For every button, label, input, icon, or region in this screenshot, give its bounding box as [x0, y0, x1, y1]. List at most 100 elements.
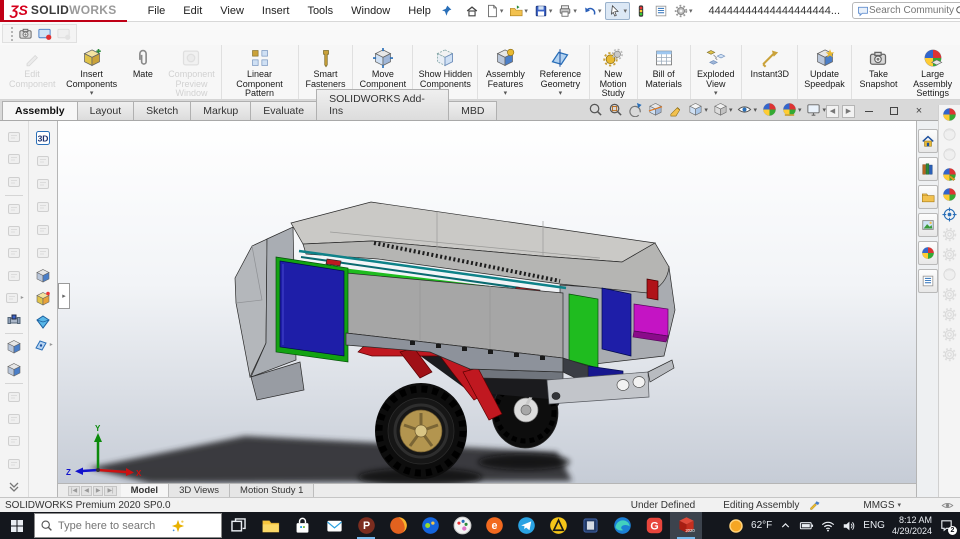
community-search-input[interactable] — [869, 5, 956, 16]
zoom-to-fit-button[interactable] — [588, 102, 603, 117]
taskbar-app-app-p[interactable]: P — [350, 512, 382, 539]
taskpane-tab-design-library[interactable] — [917, 157, 938, 181]
display-style-dropdown-caret[interactable]: ▾ — [729, 106, 733, 114]
taskbar-app-file-explorer[interactable] — [254, 512, 286, 539]
taskpane-tab-appearances-scenes[interactable] — [917, 241, 938, 265]
rebuild-button[interactable] — [632, 3, 650, 19]
tray-expand-icon[interactable] — [779, 519, 792, 532]
doc-minimize-button[interactable] — [858, 102, 880, 120]
left-a-cubeBlue-button-12[interactable] — [0, 359, 28, 381]
tab-markup[interactable]: Markup — [190, 101, 252, 120]
view-orientation-button[interactable]: ▾ — [688, 102, 708, 117]
doc-back-icon[interactable]: ◀ — [826, 104, 839, 118]
left-b-cubeBlue-button-6[interactable] — [29, 264, 57, 287]
save-dropdown-caret[interactable]: ▾ — [549, 7, 553, 15]
model-tab-motion-study-1[interactable]: Motion Study 1 — [230, 484, 315, 497]
mate-button[interactable]: Mate — [123, 45, 162, 99]
3d-model-canvas[interactable]: Y X Z — [58, 121, 916, 483]
pin-icon[interactable] — [440, 4, 453, 17]
open-document-dropdown-caret[interactable]: ▾ — [524, 7, 528, 15]
menu-help[interactable]: Help — [399, 2, 440, 20]
left-b-cubeOrange-button-7[interactable] — [29, 287, 57, 310]
reference-geometry-dropdown-caret[interactable]: ▾ — [559, 90, 563, 97]
doc-close-button[interactable]: × — [908, 102, 930, 120]
taskbar-app-telegram[interactable] — [510, 512, 542, 539]
print-dropdown-caret[interactable]: ▾ — [573, 7, 577, 15]
edit-appearance-button[interactable] — [762, 102, 777, 117]
taskbar-app-firefox[interactable] — [382, 512, 414, 539]
taskbar-app-app-e[interactable]: e — [478, 512, 510, 539]
tab-scroll-prev-icon[interactable]: ◀ — [81, 485, 92, 496]
doc-forward-icon[interactable]: ▶ — [842, 104, 855, 118]
home-button[interactable] — [463, 3, 481, 19]
options-dropdown-caret[interactable]: ▾ — [689, 7, 693, 15]
assembly-features-button[interactable]: Assembly Features ▾ — [477, 45, 532, 99]
target-point-icon[interactable] — [942, 207, 957, 222]
left-a-pipe-button-9[interactable] — [0, 309, 28, 331]
view-orientation-dropdown-caret[interactable]: ▾ — [704, 106, 708, 114]
start-button[interactable] — [0, 512, 34, 539]
model-tab-3d-views[interactable]: 3D Views — [169, 484, 231, 497]
tab-assembly[interactable]: Assembly — [2, 101, 78, 120]
instant3d-button[interactable]: Instant3D — [740, 45, 798, 99]
unit-system[interactable]: MMGS — [863, 500, 894, 511]
large-assembly-settings-button[interactable]: Large Assembly Settings — [905, 45, 960, 99]
tab-solidworks-add-ins[interactable]: SOLIDWORKS Add-Ins — [316, 89, 450, 120]
zoom-to-area-button[interactable] — [608, 102, 623, 117]
menu-edit[interactable]: Edit — [174, 2, 211, 20]
taskbar-app-microsoft-edge[interactable] — [606, 512, 638, 539]
taskpane-tab-file-explorer[interactable] — [917, 185, 938, 209]
display-style-button[interactable]: ▾ — [713, 102, 733, 117]
taskbar-app-solidworks-2020[interactable]: 2020 — [670, 512, 702, 539]
section-view-button[interactable] — [648, 102, 663, 117]
left-a-flyout-caret[interactable]: ▸ — [21, 294, 24, 301]
wifi-icon[interactable] — [821, 519, 835, 533]
screen-capture-camera-icon[interactable] — [18, 26, 33, 41]
model-tab-model[interactable]: Model — [120, 484, 170, 497]
taskbar-app-app-g[interactable]: G — [638, 512, 670, 539]
insert-components-button[interactable]: Insert Components ▾ — [60, 45, 123, 99]
select-button[interactable]: ▾ — [605, 1, 630, 20]
taskbar-search[interactable] — [34, 513, 222, 538]
options-button[interactable]: ▾ — [672, 3, 695, 19]
save-button[interactable]: ▾ — [532, 3, 555, 19]
tab-scroll-next-icon[interactable]: ▶ — [92, 485, 104, 496]
taskpane-tab-custom-properties[interactable] — [917, 269, 938, 293]
language-indicator[interactable]: ENG — [863, 520, 885, 531]
taskbar-app-task-view[interactable] — [222, 512, 254, 539]
print-button[interactable]: ▾ — [556, 3, 579, 19]
tab-scroll-last-icon[interactable]: ▶| — [104, 485, 117, 496]
search-highlights-sparkle-icon[interactable] — [171, 519, 185, 533]
taskbar-app-paint-3d[interactable] — [446, 512, 478, 539]
new-document-dropdown-caret[interactable]: ▾ — [500, 7, 504, 15]
open-document-button[interactable]: ▾ — [507, 3, 530, 19]
menu-tools[interactable]: Tools — [298, 2, 342, 20]
taskbar-search-input[interactable] — [58, 519, 166, 532]
taskbar-app-mail[interactable] — [318, 512, 350, 539]
reference-geometry-button[interactable]: Reference Geometry ▾ — [532, 45, 588, 99]
left-b-plane-button-9[interactable]: ▸ — [29, 333, 57, 356]
exploded-view-dropdown-caret[interactable]: ▾ — [714, 90, 718, 97]
view-settings-button[interactable]: ▾ — [806, 102, 826, 117]
edit-appearance-icon[interactable] — [942, 107, 957, 122]
tab-mbd[interactable]: MBD — [448, 101, 498, 120]
left-a-chevron-button-18[interactable] — [0, 475, 28, 497]
tab-evaluate[interactable]: Evaluate — [250, 101, 318, 120]
file-properties-button[interactable] — [652, 3, 670, 19]
update-speedpak-button[interactable]: Update Speedpak — [797, 45, 850, 99]
left-a-cubeBlue-button-11[interactable] — [0, 336, 28, 358]
record-video-icon[interactable] — [37, 26, 52, 41]
taskbar-app-media-app[interactable] — [414, 512, 446, 539]
unit-caret[interactable]: ▾ — [897, 501, 901, 509]
weather-icon[interactable] — [728, 518, 744, 534]
toolbar-grip[interactable] — [11, 26, 14, 41]
speaker-icon[interactable] — [842, 519, 856, 533]
taskpane-tab-view-palette[interactable] — [917, 213, 938, 237]
menu-view[interactable]: View — [211, 2, 253, 20]
edit-scene-icon[interactable] — [942, 167, 957, 182]
notification-center-icon[interactable]: 2 — [939, 518, 957, 535]
visibility-status-icon[interactable] — [941, 499, 954, 512]
menu-window[interactable]: Window — [342, 2, 399, 20]
select-dropdown-caret[interactable]: ▾ — [623, 7, 627, 15]
featuremanager-flyout-tab[interactable]: ▸ — [58, 283, 70, 309]
